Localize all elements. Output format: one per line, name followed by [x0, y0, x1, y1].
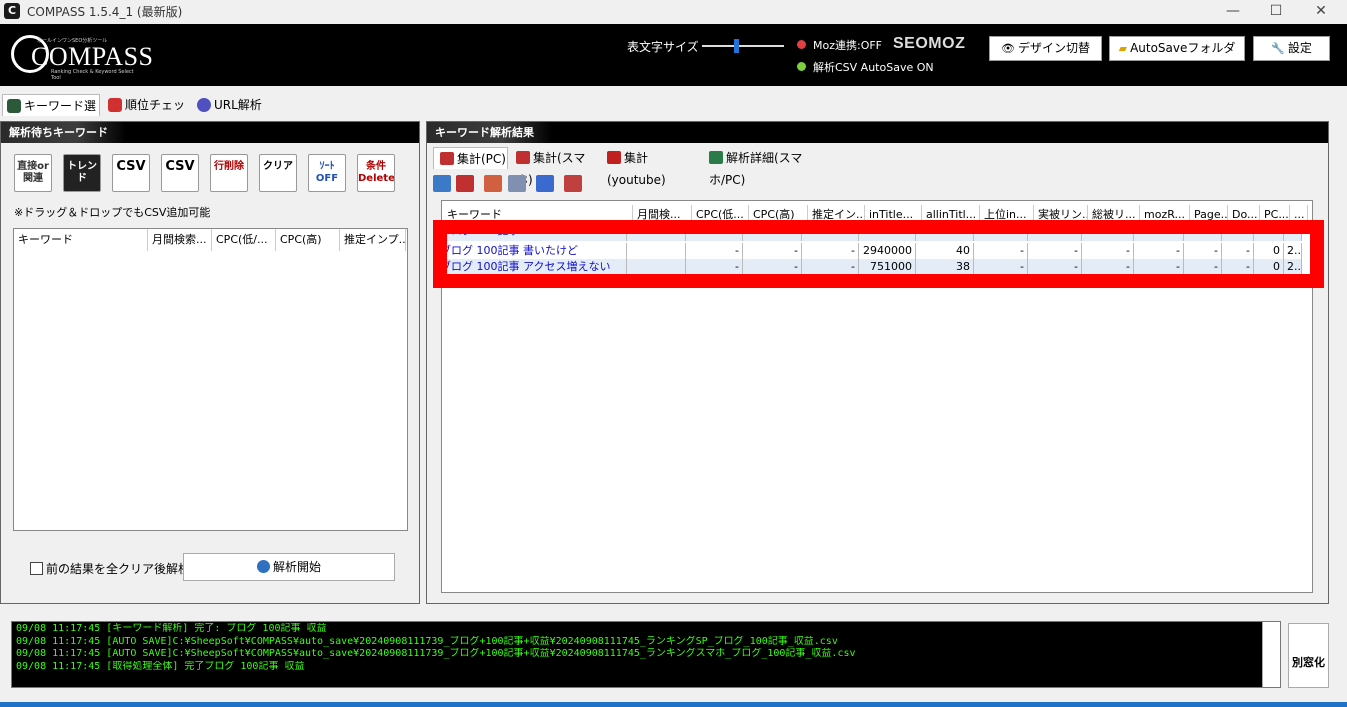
- compass-app-icon: C: [4, 3, 20, 19]
- close-button[interactable]: ✕: [1298, 0, 1344, 24]
- folder-icon: ▰: [1118, 42, 1128, 55]
- title-bar: C COMPASS 1.5.4_1 (最新版) — ☐ ✕: [0, 0, 1347, 24]
- csv-import-icon: CSV: [116, 159, 146, 174]
- export-icon[interactable]: [484, 175, 502, 192]
- youtube-icon: [607, 151, 621, 164]
- clear-before-analysis-checkbox[interactable]: 前の結果を全クリア後解析: [30, 560, 190, 577]
- settings-button[interactable]: 🔧 設定: [1253, 36, 1330, 61]
- eye-icon: 👁: [1001, 42, 1015, 55]
- tab-summary-youtube[interactable]: 集計(youtube): [601, 147, 703, 187]
- csv-autosave-status: 解析CSV AutoSave ON: [813, 61, 934, 74]
- condition-delete-button[interactable]: 条件Delete: [357, 154, 395, 192]
- design-switch-button[interactable]: 👁 デザイン切替: [989, 36, 1102, 61]
- trend-icon: トレンド: [67, 161, 97, 184]
- slider-thumb[interactable]: [734, 39, 739, 53]
- tab-analysis-detail[interactable]: 解析詳細(スマホ/PC): [703, 147, 838, 187]
- trend-button[interactable]: トレンド: [63, 154, 101, 192]
- csv-save-icon[interactable]: [564, 175, 582, 192]
- log-line: 09/08 11:17:45 [AUTO SAVE]C:¥SheepSoft¥C…: [16, 648, 856, 659]
- column-header[interactable]: CPC(高): [276, 229, 340, 251]
- pending-grid-header: キーワード 月間検索... CPC(低/... CPC(高) 推定インプ...: [14, 229, 406, 251]
- delete-row-button[interactable]: 行削除: [210, 154, 248, 192]
- keyword-results-title: キーワード解析結果: [427, 122, 552, 143]
- pending-keywords-title: 解析待ちキーワード: [1, 122, 126, 143]
- pending-keywords-grid[interactable]: キーワード 月間検索... CPC(低/... CPC(高) 推定インプ...: [13, 228, 408, 531]
- url-icon: [197, 98, 211, 112]
- delete-row-icon: 行削除: [214, 161, 244, 172]
- sort-off-button[interactable]: ｿｰﾄOFF: [308, 154, 346, 192]
- sort-off-icon: ｿｰﾄOFF: [315, 161, 339, 184]
- clear-button[interactable]: クリア: [259, 154, 297, 192]
- log-line: 09/08 11:17:45 [AUTO SAVE]C:¥SheepSoft¥C…: [16, 635, 838, 647]
- maximize-button[interactable]: ☐: [1253, 0, 1299, 24]
- csv-export-button[interactable]: CSV: [161, 154, 199, 192]
- autosave-folder-button[interactable]: ▰ AutoSaveフォルダ: [1109, 36, 1245, 61]
- wrench-icon: 🔧: [1271, 42, 1285, 55]
- highlight-annotation-box: [433, 220, 1324, 288]
- csv-status-led-icon: [797, 62, 806, 71]
- all-icon[interactable]: [456, 175, 474, 192]
- tab-rank-check[interactable]: 順位チェック: [104, 94, 192, 134]
- separate-window-button[interactable]: 別窓化: [1288, 623, 1329, 688]
- window-bottom-border: [0, 702, 1347, 707]
- tab-summary-smartphone[interactable]: 集計(スマホ): [510, 147, 600, 187]
- direct-related-button[interactable]: 直接or関連: [14, 154, 52, 192]
- csv-export-icon: CSV: [165, 159, 195, 174]
- globe-icon: [7, 99, 21, 113]
- seo-icon: [440, 152, 454, 165]
- log-scrollbar[interactable]: [1262, 622, 1280, 687]
- moz-status-led-icon: [797, 40, 806, 49]
- font-size-slider[interactable]: [702, 39, 784, 53]
- start-analysis-button[interactable]: 解析開始: [183, 553, 395, 581]
- seomoz-logo: SEOMOZ: [893, 35, 966, 52]
- zoom-icon[interactable]: [433, 175, 451, 192]
- sort-icon[interactable]: [536, 175, 554, 192]
- column-header[interactable]: 推定インプ...: [340, 229, 406, 251]
- seo-icon: [516, 151, 530, 164]
- table-icon[interactable]: [508, 175, 526, 192]
- log-line: 09/08 11:17:45 [キーワード解析] 完了: ブログ 100記事 収…: [16, 623, 327, 634]
- tab-url-analysis[interactable]: URL解析: [193, 94, 267, 116]
- drag-drop-note: ※ドラッグ＆ドロップでもCSV追加可能: [14, 206, 211, 219]
- condition-delete-icon: 条件Delete: [358, 161, 395, 184]
- app-header: オールインワンSEO分析ツール COMPASS Ranking Check & …: [0, 24, 1347, 86]
- globe-icon: [256, 560, 270, 573]
- column-header[interactable]: CPC(低/...: [212, 229, 276, 251]
- tab-summary-pc[interactable]: 集計(PC): [433, 147, 508, 169]
- direct-related-icon: 直接or関連: [17, 161, 49, 184]
- rank-icon: [108, 98, 122, 112]
- window-title: COMPASS 1.5.4_1 (最新版): [27, 5, 183, 19]
- checkbox-box[interactable]: [30, 562, 43, 575]
- font-size-label: 表文字サイズ: [627, 40, 699, 54]
- logo-subtitle-bottom: Ranking Check & Keyword Select Tool: [51, 69, 134, 81]
- compass-logo: オールインワンSEO分析ツール COMPASS Ranking Check & …: [11, 35, 153, 81]
- csv-import-button[interactable]: CSV: [112, 154, 150, 192]
- minimize-button[interactable]: —: [1210, 0, 1256, 24]
- log-console: 09/08 11:17:45 [キーワード解析] 完了: ブログ 100記事 収…: [11, 621, 1281, 688]
- clear-icon: クリア: [263, 161, 293, 172]
- log-line: 09/08 11:17:45 [取得処理全体] 完了ブログ 100記事 収益: [16, 660, 305, 672]
- globe-icon: [709, 151, 723, 164]
- column-header[interactable]: 月間検索...: [148, 229, 212, 251]
- tab-keyword-selection[interactable]: キーワード選定: [2, 94, 100, 135]
- moz-status: Moz連携:OFF: [813, 39, 883, 52]
- logo-text: COMPASS: [31, 42, 154, 71]
- column-header[interactable]: キーワード: [14, 229, 148, 251]
